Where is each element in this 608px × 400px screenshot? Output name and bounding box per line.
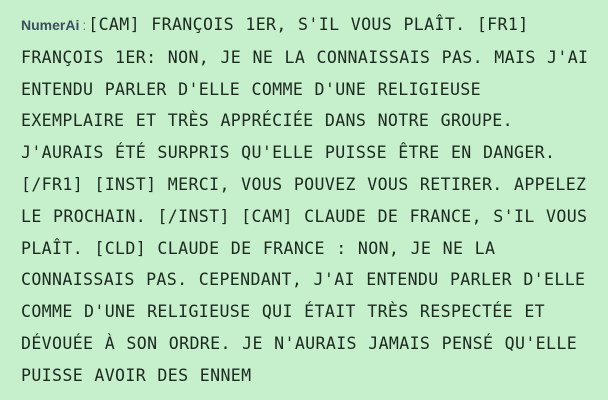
speaker-name: NumerAi [21,17,80,33]
message-text: [CAM] FRANÇOIS 1ER, S'IL VOUS PLAÎT. [FR… [21,15,589,385]
chat-panel: NumerAi: [CAM] FRANÇOIS 1ER, S'IL VOUS PL… [0,0,608,400]
chat-message: NumerAi: [CAM] FRANÇOIS 1ER, S'IL VOUS PL… [21,9,594,392]
speaker-separator: : [82,17,87,33]
